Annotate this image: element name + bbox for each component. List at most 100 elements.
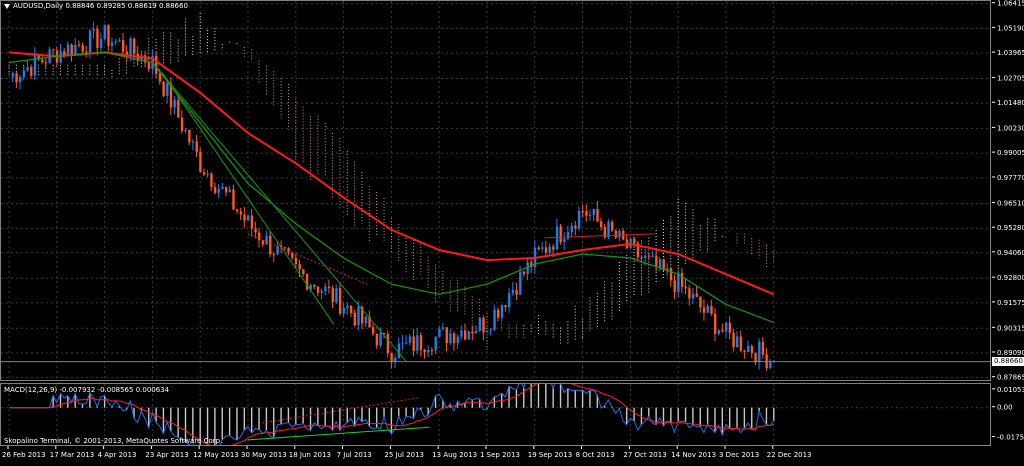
candle-body [504,305,507,308]
candle-body [232,189,235,210]
candle-body [305,274,309,290]
candle-body [155,55,158,74]
candle-body [357,306,360,326]
time-label: 8 Oct 2013 [576,451,615,459]
candle-body [44,62,48,64]
candle-body [588,214,592,216]
candle-body [180,117,184,131]
candle-body [691,293,695,299]
candle-body [250,215,254,229]
candle-body [147,62,151,69]
time-label: 27 Oct 2013 [623,451,666,459]
candle-body [761,341,765,355]
candle-body [467,331,471,340]
candle-body [482,317,485,333]
candle-body [30,67,33,76]
candle-body [640,257,643,259]
candle-body [88,30,92,54]
candle-body [721,330,724,332]
candle-body [228,189,232,193]
candle-body [15,73,18,83]
price-scale[interactable]: 1.06415 1.05190 1.03965 1.02705 1.01480 1.002… [992,0,1024,446]
candle-body [313,284,316,287]
candle-body [184,129,187,131]
candle-body [342,307,345,314]
candle-body [633,238,636,244]
candle-body [70,44,73,56]
symbol-title: AUDUSD,Daily [13,2,64,10]
candle-body [471,331,474,334]
candle-body [725,322,728,332]
dropdown-triangle-icon[interactable] [4,3,10,9]
candle-body [526,262,529,275]
candle-body [129,38,132,57]
candle-body [596,209,599,222]
time-label: 4 Apr 2013 [98,451,137,459]
candle-body [728,322,732,333]
candle-body [739,336,743,351]
candle-body [110,42,114,46]
candle-body [133,38,136,54]
time-axis[interactable]: 26 Feb 2013 17 Mar 2013 4 Apr 2013 23 Apr 2… [0,446,991,462]
candle-body [401,342,404,344]
candle-body [118,40,121,42]
candle-body [710,306,713,314]
candle-body [434,336,437,351]
candle-body [566,232,570,239]
candle-body [188,129,191,143]
time-label: 22 Dec 2013 [767,451,812,459]
candle-body [736,336,739,348]
candle-body [26,67,29,71]
candle-body [92,28,95,31]
candle-body [199,151,202,173]
candle-body [379,332,382,346]
time-label: 18 Jun 2013 [289,451,331,459]
ohlc-readout: 0.88846 0.89285 0.88619 0.88660 [65,2,188,10]
candle-body [478,317,482,331]
candle-body [618,230,621,238]
time-label: 25 Jul 2013 [384,451,424,459]
macd-title: MACD(12,26,9) -0.007932 -0.008565 0.0006… [4,386,170,394]
price-chart-svg [1,1,990,380]
candle-body [463,330,467,340]
candle-body [349,305,353,313]
macd-scale-label: 0.00 [997,404,1013,412]
candle-body [423,350,426,353]
candle-body [335,288,338,303]
candle-body [449,333,452,344]
candle-body [52,49,55,51]
candle-body [96,28,99,48]
candle-body [445,327,448,344]
candle-body [570,225,573,233]
candle-body [364,316,368,324]
candle-body [713,313,717,334]
candle-body [548,246,551,253]
candle-body [272,254,276,256]
candle-body [294,257,298,265]
time-label: 1 Sep 2013 [480,451,520,459]
time-label: 13 Aug 2013 [432,451,477,459]
chart-title: AUDUSD,Daily 0.88846 0.89285 0.88619 0.8… [4,2,188,10]
trend-line [152,62,407,362]
candle-body [430,350,434,352]
candle-body [647,255,651,257]
candle-body [121,40,125,52]
time-label: 30 May 2013 [241,451,287,459]
macd-divergence-line [262,397,421,424]
candle-body [206,173,209,175]
price-chart-panel[interactable] [0,0,991,381]
candle-body [210,173,213,188]
price-label: 1.00230 [997,124,1024,132]
candle-body [419,335,423,351]
candle-body [673,280,676,292]
candle-body [511,289,515,294]
candle-body [338,288,342,314]
chart-window[interactable]: AUDUSD,Daily 0.88846 0.89285 0.88619 0.8… [0,0,1024,462]
time-label: 26 Feb 2013 [2,451,46,459]
candle-body [427,350,430,353]
candle-body [247,215,250,221]
candle-body [217,188,220,193]
candle-body [658,259,662,268]
candle-body [235,209,239,212]
candle-body [103,25,106,39]
